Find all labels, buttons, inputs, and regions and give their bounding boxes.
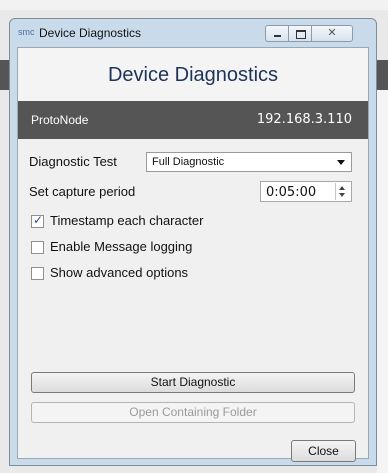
maximize-icon [296,30,306,39]
maximize-button[interactable] [288,25,312,42]
advanced-options-checkbox-label[interactable]: Show advanced options [50,265,188,280]
device-ip-address: 192.168.3.110 [256,112,352,127]
close-button[interactable]: Close [291,440,356,462]
device-diagnostics-window: smc Device Diagnostics ✕ Device Diagnost… [9,18,377,466]
minimize-button[interactable] [265,25,289,42]
capture-period-stepper[interactable] [335,183,350,200]
check-icon: ✓ [33,213,44,227]
device-info-bar: ProtoNode 192.168.3.110 [18,101,368,139]
advanced-options-checkbox[interactable] [31,267,44,280]
start-diagnostic-button[interactable]: Start Diagnostic [31,372,355,393]
chevron-down-icon [337,160,345,165]
close-window-button[interactable]: ✕ [311,25,353,42]
capture-period-value: 0:05:00 [266,185,317,200]
diagnostic-test-label: Diagnostic Test [29,154,117,169]
timestamp-checkbox[interactable]: ✓ [31,213,44,228]
increment-icon[interactable] [339,186,345,190]
open-containing-folder-button[interactable]: Open Containing Folder [31,402,355,423]
capture-period-label: Set capture period [29,184,136,199]
dialog-body: Device Diagnostics ProtoNode 192.168.3.1… [17,47,369,462]
close-icon: ✕ [327,27,337,39]
window-title: Device Diagnostics [39,26,142,40]
decrement-icon[interactable] [339,193,345,197]
timestamp-checkbox-label[interactable]: Timestamp each character [50,213,203,228]
background-toolbar [0,0,388,10]
title-bar[interactable]: smc Device Diagnostics ✕ [10,19,376,47]
diagnostic-test-dropdown[interactable]: Full Diagnostic [146,152,352,172]
message-logging-checkbox[interactable] [31,241,44,254]
dialog-header: Device Diagnostics [18,48,368,101]
app-icon: smc [18,27,35,37]
background-panel [377,90,388,473]
message-logging-checkbox-label[interactable]: Enable Message logging [50,239,192,254]
device-name: ProtoNode [31,113,89,127]
minimize-icon [274,35,281,37]
diagnostic-test-value: Full Diagnostic [152,156,225,168]
dialog-heading: Device Diagnostics [107,64,279,86]
capture-period-input[interactable]: 0:05:00 [260,181,352,202]
